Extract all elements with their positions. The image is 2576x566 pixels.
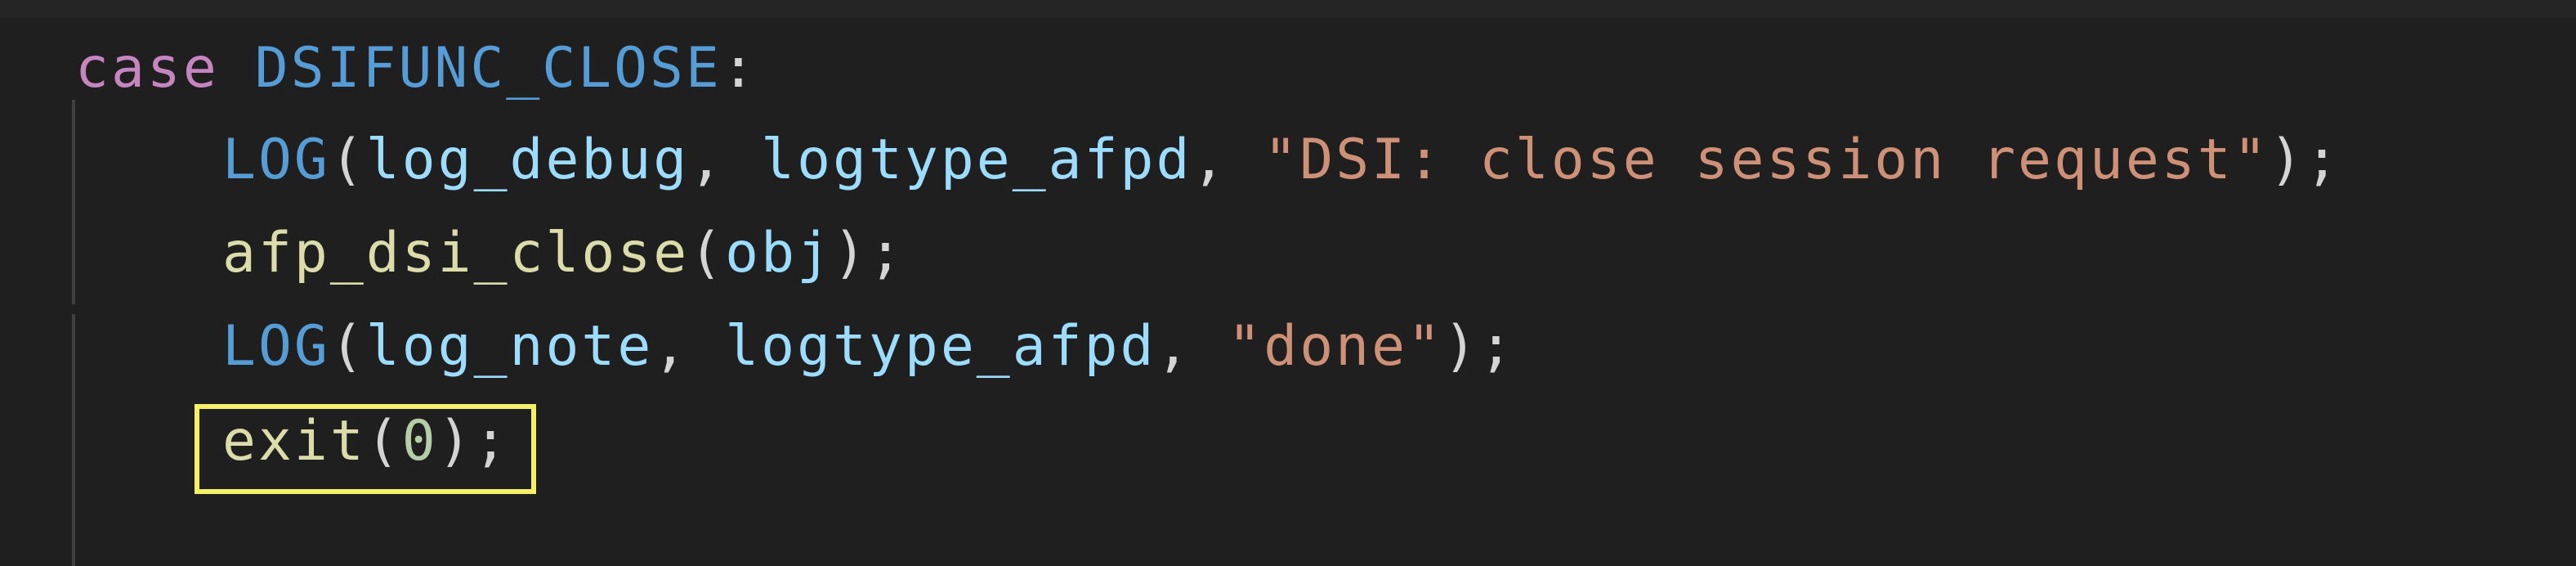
variable-token: log_debug (365, 128, 690, 192)
variable-token: log_note (365, 314, 654, 379)
punctuation-token: ); (833, 221, 905, 285)
highlight-box (195, 404, 536, 494)
punctuation-token: ); (1443, 314, 1515, 379)
code-line-log-debug[interactable]: LOG(log_debug, logtype_afpd, "DSI: close… (222, 128, 2341, 193)
punctuation-token: ( (329, 314, 366, 379)
string-token: "done" (1228, 314, 1443, 379)
code-line-afp-dsi-close[interactable]: afp_dsi_close(obj); (222, 221, 905, 286)
code-line-case[interactable]: case DSIFUNC_CLOSE: (75, 36, 758, 101)
keyword-token: case (75, 36, 219, 101)
constant-token: DSIFUNC_CLOSE (254, 36, 722, 101)
punctuation-token: , (689, 128, 762, 192)
variable-token: logtype_afpd (761, 128, 1192, 192)
punctuation-token: : (721, 36, 758, 101)
punctuation-token: , (653, 314, 726, 379)
punctuation-token: ); (2269, 128, 2341, 192)
indent-guide (72, 314, 75, 566)
macro-token: LOG (222, 314, 330, 379)
punctuation-token: ( (689, 221, 726, 285)
punctuation-token: , (1192, 128, 1264, 192)
indent-guide (72, 100, 75, 304)
punctuation-token: , (1156, 314, 1228, 379)
variable-token: obj (725, 221, 833, 285)
punctuation-token: ( (329, 128, 366, 192)
code-line-log-note[interactable]: LOG(log_note, logtype_afpd, "done"); (222, 314, 1515, 380)
editor-tab-strip (0, 0, 2576, 18)
string-token: "DSI: close session request" (1263, 128, 2270, 192)
variable-token: logtype_afpd (725, 314, 1156, 379)
function-token: afp_dsi_close (222, 221, 690, 285)
macro-token: LOG (222, 128, 330, 192)
